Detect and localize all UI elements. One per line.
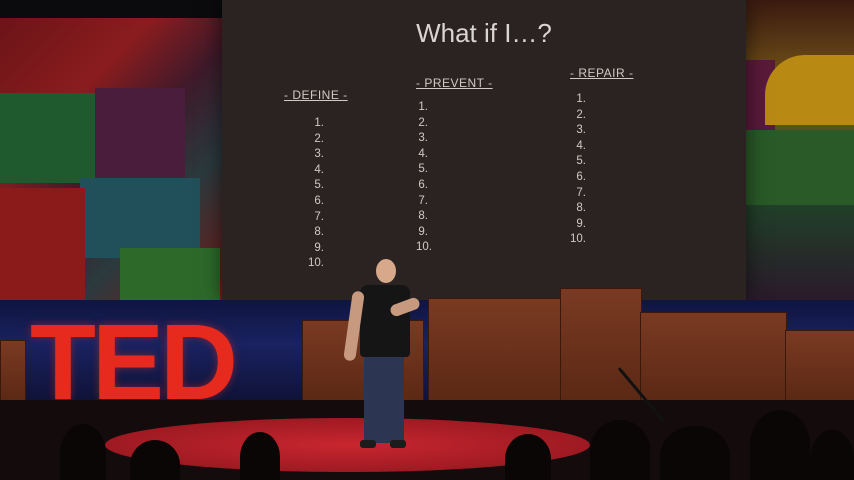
audience-silhouettes [0, 410, 854, 480]
list-item: 5. [314, 179, 324, 192]
define-heading: - DEFINE - [284, 88, 348, 102]
list-item: 9. [576, 217, 586, 230]
list-item: 7. [576, 186, 586, 199]
set-wall-panel [640, 312, 787, 404]
list-item: 4. [576, 139, 586, 152]
list-item: 4. [418, 147, 428, 160]
ted-logo: TED [30, 301, 238, 422]
prevent-column: - PREVENT - 1. 2. 3. 4. 5. 6. 7. 8. 9. 1… [416, 76, 493, 256]
list-item: 2. [314, 132, 324, 145]
list-item: 9. [314, 241, 324, 254]
list-item: 1. [418, 101, 428, 113]
list-item: 8. [576, 202, 586, 215]
list-item: 7. [418, 194, 428, 207]
set-wall-panel [428, 298, 566, 404]
list-item: 6. [314, 194, 324, 207]
slide-title: What if I…? [416, 18, 552, 48]
list-item: 5. [418, 163, 428, 176]
list-item: 10. [308, 257, 324, 270]
list-item: 2. [576, 108, 586, 121]
set-wall-panel [560, 288, 642, 404]
presentation-slide: What if I…? - DEFINE - 1. 2. 3. 4. 5. 6.… [222, 0, 746, 300]
list-item: 9. [418, 225, 428, 238]
repair-heading: - REPAIR - [570, 66, 634, 80]
list-item: 10. [570, 233, 586, 246]
list-item: 6. [418, 178, 428, 191]
ted-logo-text: TED [30, 301, 238, 422]
list-item: 1. [576, 93, 586, 105]
define-column: - DEFINE - 1. 2. 3. 4. 5. 6. 7. 8. 9. 10… [284, 88, 348, 272]
list-item: 8. [314, 226, 324, 239]
list-item: 4. [314, 163, 324, 176]
list-item: 1. [314, 117, 324, 129]
list-item: 3. [576, 124, 586, 137]
list-item: 3. [418, 132, 428, 145]
set-wall-panel [785, 330, 854, 404]
list-item: 6. [576, 170, 586, 183]
stage-scene: What if I…? - DEFINE - 1. 2. 3. 4. 5. 6.… [0, 0, 854, 480]
list-item: 10. [416, 241, 432, 254]
set-wall-panel [0, 340, 26, 404]
list-item: 5. [576, 155, 586, 168]
list-item: 3. [314, 148, 324, 161]
prevent-heading: - PREVENT - [416, 76, 493, 90]
right-side-screen [735, 0, 854, 300]
list-item: 8. [418, 210, 428, 223]
list-item: 7. [314, 210, 324, 223]
repair-column: - REPAIR - 1. 2. 3. 4. 5. 6. 7. 8. 9. 10… [570, 66, 633, 248]
left-side-screen [0, 18, 225, 308]
list-item: 2. [418, 116, 428, 129]
